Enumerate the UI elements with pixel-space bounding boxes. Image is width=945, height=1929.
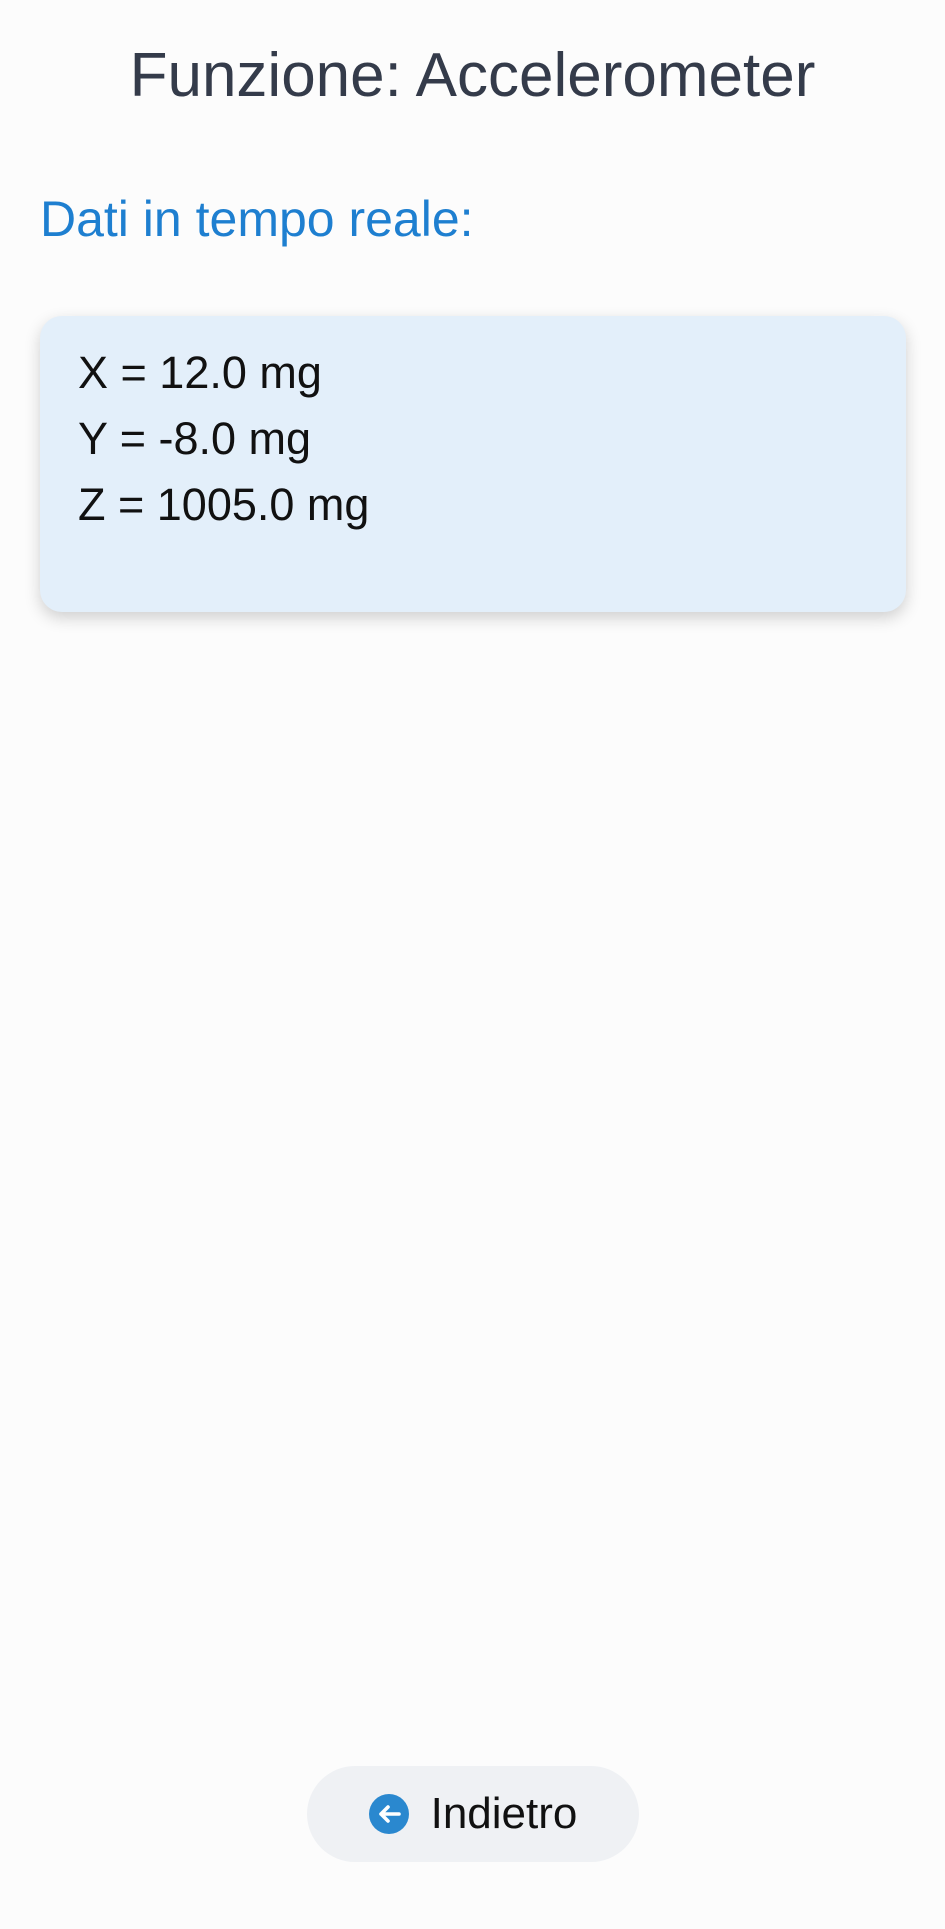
back-button[interactable]: Indietro (307, 1766, 639, 1862)
reading-x: X = 12.0 mg (78, 347, 322, 398)
reading-z: Z = 1005.0 mg (78, 479, 370, 530)
reading-y: Y = -8.0 mg (78, 413, 312, 464)
readings-card: X = 12.0 mg Y = -8.0 mg Z = 1005.0 mg (40, 316, 906, 612)
section-label: Dati in tempo reale: (40, 191, 474, 247)
page-title: Funzione: Accelerometer (129, 41, 816, 110)
arrow-left-circle-icon (368, 1794, 409, 1834)
back-button-label: Indietro (430, 1789, 578, 1838)
